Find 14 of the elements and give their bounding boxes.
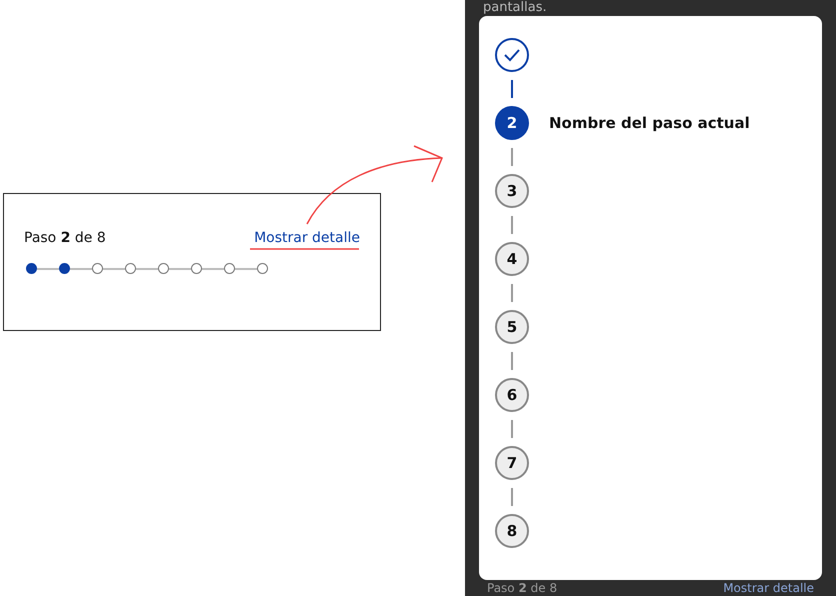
step-circle: 2 [495, 106, 529, 140]
step-circle: 7 [495, 446, 529, 480]
panel-text: pantallas. [482, 0, 548, 16]
step-counter: Paso 2 de 8 [487, 580, 558, 596]
show-detail-link[interactable]: Mostrar detalle [254, 228, 360, 249]
show-detail-link[interactable]: Mostrar detalle [723, 580, 814, 596]
step-counter: Paso 2 de 8 [24, 229, 106, 248]
step-circle: 8 [495, 514, 529, 548]
step-circle: 4 [495, 242, 529, 276]
step-circle: 3 [495, 174, 529, 208]
step-title: Nombre del paso actual [549, 112, 750, 134]
check-icon [503, 48, 521, 62]
step-circle: 5 [495, 310, 529, 344]
step-circle: 6 [495, 378, 529, 412]
